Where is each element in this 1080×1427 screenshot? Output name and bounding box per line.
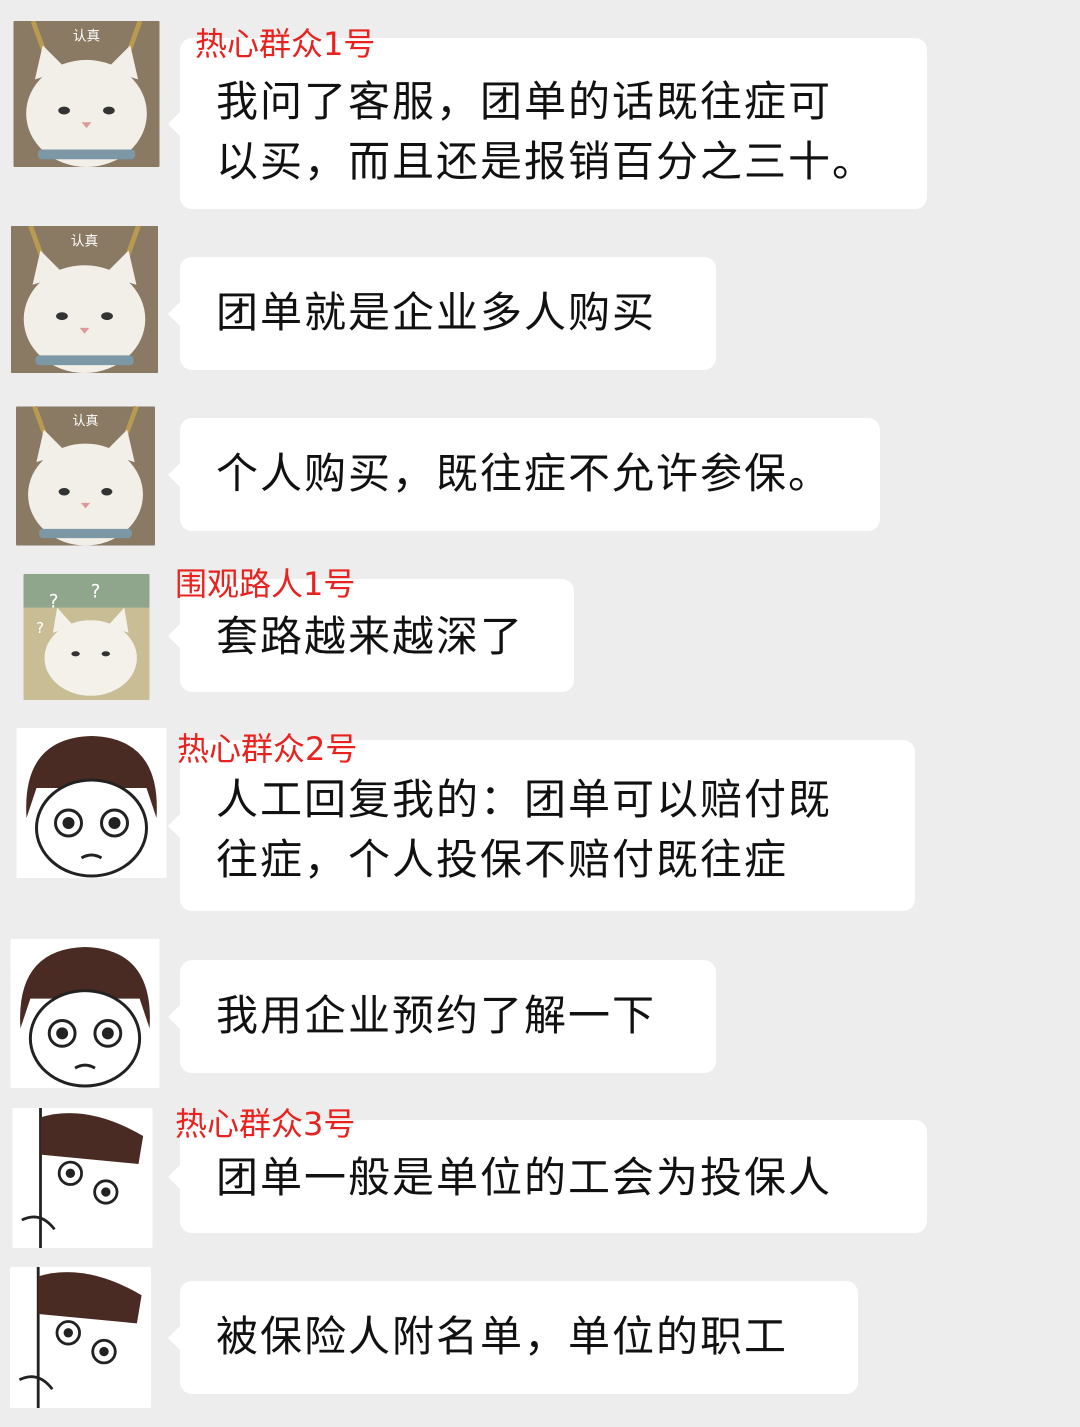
- cat-serious-icon: 认真: [13, 21, 160, 167]
- girl-peeking-icon: [12, 1108, 153, 1248]
- avatar[interactable]: ? ? ?: [23, 574, 150, 700]
- message-text: 个人购买，既往症不允许参保。: [216, 449, 833, 498]
- sender-name: 围观路人1号: [175, 565, 356, 603]
- message-text: 团单一般是单位的工会为投保人: [216, 1153, 833, 1202]
- message-text: 套路越来越深了: [216, 612, 525, 661]
- message-text: 团单就是企业多人购买: [216, 288, 657, 337]
- message-text: 我问了客服，团单的话既往症可 以买，而且还是报销百分之三十。: [216, 77, 877, 186]
- sender-name: 热心群众3号: [175, 1105, 356, 1143]
- girl-worried-icon: [10, 939, 160, 1088]
- svg-text:认真: 认真: [73, 28, 100, 44]
- message-text: 我用企业预约了解一下: [216, 991, 657, 1040]
- message-bubble[interactable]: 我用企业预约了解一下: [168, 960, 716, 1073]
- message-bubble[interactable]: 团单就是企业多人购买: [168, 257, 716, 370]
- avatar[interactable]: [12, 1108, 153, 1248]
- svg-text:?: ?: [36, 619, 44, 637]
- avatar[interactable]: 认真: [16, 406, 155, 546]
- svg-text:?: ?: [91, 582, 101, 603]
- sender-name: 热心群众2号: [177, 730, 358, 768]
- avatar[interactable]: [10, 939, 160, 1088]
- svg-text:认真: 认真: [71, 234, 98, 250]
- message-bubble[interactable]: 个人购买，既往症不允许参保。: [168, 418, 880, 531]
- svg-text:认真: 认真: [73, 414, 99, 429]
- avatar[interactable]: 认真: [13, 21, 160, 167]
- avatar[interactable]: [10, 1267, 151, 1408]
- sender-name: 热心群众1号: [195, 25, 376, 63]
- cat-serious-icon: 认真: [11, 226, 158, 373]
- message-bubble[interactable]: 我问了客服，团单的话既往症可 以买，而且还是报销百分之三十。: [168, 38, 927, 209]
- message-bubble[interactable]: 被保险人附名单，单位的职工: [168, 1281, 858, 1394]
- cat-confused-icon: ? ? ?: [23, 574, 150, 700]
- svg-text:?: ?: [49, 592, 59, 613]
- message-text: 被保险人附名单，单位的职工: [216, 1312, 789, 1361]
- cat-serious-icon: 认真: [16, 406, 155, 546]
- message-text: 人工回复我的：团单可以赔付既 往症，个人投保不赔付既往症: [216, 775, 833, 884]
- avatar[interactable]: [16, 728, 167, 878]
- avatar[interactable]: 认真: [10, 226, 159, 373]
- girl-peeking-icon: [10, 1267, 151, 1408]
- girl-worried-icon: [16, 728, 167, 878]
